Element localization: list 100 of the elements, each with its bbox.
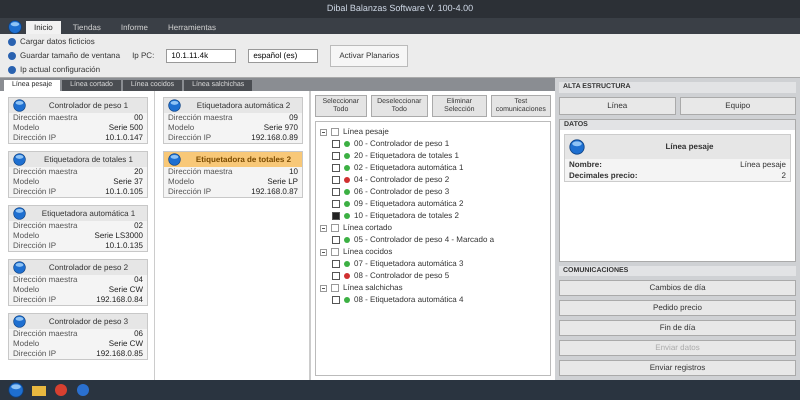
field-label: Dirección maestra — [168, 113, 232, 123]
card-title: Etiquetadora automática 2 — [196, 100, 292, 112]
collapse-icon[interactable] — [320, 224, 327, 232]
option-label: Guardar tamaño de ventana — [20, 50, 120, 62]
field-label: Dirección maestra — [13, 113, 78, 123]
field-value: Serie CW — [108, 339, 143, 349]
tree-checkbox[interactable] — [332, 212, 340, 220]
card-title: Línea pesaje — [664, 141, 715, 153]
device-label[interactable]: 09 - Etiquetadora automática 2 — [354, 198, 464, 210]
globe-icon — [13, 153, 26, 166]
tree-checkbox[interactable] — [332, 200, 340, 208]
device-card[interactable]: Etiquetadora de totales 1 Dirección maestra 20 Modelo Serie 37 Dirección IP 10.1.0.105 — [8, 151, 148, 198]
globe-icon — [168, 99, 181, 112]
device-label[interactable]: 10 - Etiquetadora de totales 2 — [354, 210, 459, 222]
tree-checkbox[interactable] — [332, 296, 340, 304]
globe-icon — [8, 20, 22, 34]
field-value: 10.1.0.135 — [105, 241, 143, 251]
field-value: 00 — [134, 113, 143, 123]
group-label[interactable]: Línea cortado — [343, 222, 392, 234]
collapse-icon[interactable] — [320, 248, 327, 256]
device-label[interactable]: 20 - Etiquetadora de totales 1 — [354, 150, 459, 162]
tree-checkbox[interactable] — [332, 272, 340, 280]
activate-button[interactable]: Activar Planarios — [330, 44, 408, 66]
tree-checkbox[interactable] — [332, 152, 340, 160]
device-label[interactable]: 00 - Controlador de peso 1 — [354, 138, 450, 150]
field-label: Dirección maestra — [13, 275, 78, 285]
device-label[interactable]: 06 - Controlador de peso 3 — [354, 186, 450, 198]
collapse-icon[interactable] — [320, 284, 327, 292]
field-label: Modelo — [13, 231, 40, 241]
card-title: Etiquetadora de totales 2 — [194, 154, 292, 166]
device-label[interactable]: 08 - Etiquetadora automática 4 — [354, 294, 464, 306]
field-label: Modelo — [13, 285, 40, 295]
field-label: Dirección IP — [13, 133, 56, 143]
device-card[interactable]: Controlador de peso 1 Dirección maestra 00 Modelo Serie 500 Dirección IP 10.1.0.147 — [8, 97, 148, 144]
globe-icon — [13, 99, 26, 112]
field-label: Decimales precio: — [569, 170, 638, 181]
window-title: Dibal Balanzas Software V. 100-4.00 — [326, 2, 474, 16]
card-title: Etiquetadora automática 1 — [40, 208, 136, 220]
structure-button[interactable]: Línea — [559, 96, 676, 114]
device-label[interactable]: 08 - Controlador de peso 5 — [354, 270, 450, 282]
folder-icon[interactable] — [32, 384, 46, 396]
field-value: 192.168.0.89 — [251, 133, 298, 143]
option-label: Cargar datos ficticios — [20, 36, 95, 48]
group-label[interactable]: Línea salchichas — [343, 282, 403, 294]
tree-checkbox[interactable] — [331, 128, 339, 136]
language-dropdown[interactable]: español (es) — [248, 48, 318, 62]
ip-label: Ip PC: — [132, 50, 154, 62]
device-card[interactable]: Etiquetadora automática 2 Dirección maestra 09 Modelo Serie 970 Dirección IP 192.168.0.89 — [163, 97, 303, 144]
ribbon-tab[interactable]: Tiendas — [64, 21, 109, 34]
field-value: Serie CW — [108, 285, 143, 295]
field-value: 04 — [134, 275, 143, 285]
ribbon-tab[interactable]: Informe — [112, 21, 156, 34]
option-checkbox[interactable] — [8, 38, 16, 46]
tree-checkbox[interactable] — [332, 176, 340, 184]
tree-checkbox[interactable] — [332, 236, 340, 244]
device-label[interactable]: 02 - Etiquetadora automática 1 — [354, 162, 464, 174]
tree-checkbox[interactable] — [332, 260, 340, 268]
device-card[interactable]: Etiquetadora de totales 2 Dirección maestra 10 Modelo Serie LP Dirección IP 192.168.0.87 — [163, 151, 303, 198]
globe-icon — [569, 139, 585, 155]
card-title: Etiquetadora de totales 1 — [43, 154, 134, 166]
field-value: Serie 37 — [113, 177, 143, 187]
field-value: 20 — [134, 167, 143, 177]
option-checkbox[interactable] — [8, 66, 16, 74]
tree-checkbox[interactable] — [332, 164, 340, 172]
tree-checkbox[interactable] — [332, 188, 340, 196]
ip-field[interactable]: 10.1.11.4k — [166, 48, 236, 62]
device-label[interactable]: 05 - Controlador de peso 4 - Marcado a — [354, 234, 494, 246]
group-label[interactable]: Línea cocidos — [343, 246, 392, 258]
device-card[interactable]: Controlador de peso 2 Dirección maestra 04 Modelo Serie CW Dirección IP 192.168.0.84 — [8, 259, 148, 306]
communication-button[interactable]: Pedido precio — [559, 300, 796, 316]
ribbon-tab[interactable]: Herramientas — [160, 21, 224, 34]
field-label: Dirección maestra — [13, 221, 78, 231]
device-label[interactable]: 04 - Controlador de peso 2 — [354, 174, 450, 186]
tree-checkbox[interactable] — [332, 140, 340, 148]
tree-checkbox[interactable] — [331, 284, 339, 292]
field-value: Línea pesaje — [740, 159, 786, 170]
device-card[interactable]: Etiquetadora automática 1 Dirección maestra 02 Modelo Serie LS3000 Dirección IP 10.1.0.135 — [8, 205, 148, 252]
field-value: Serie 970 — [264, 123, 298, 133]
group-label[interactable]: Línea pesaje — [343, 126, 389, 138]
collapse-icon[interactable] — [320, 128, 327, 136]
device-card[interactable]: Controlador de peso 3 Dirección maestra 06 Modelo Serie CW Dirección IP 192.168.0.85 — [8, 313, 148, 360]
field-value: Serie 500 — [108, 123, 143, 133]
structure-button[interactable]: Equipo — [680, 96, 796, 114]
globe-icon — [13, 315, 26, 328]
field-label: Nombre: — [569, 159, 602, 170]
communication-button[interactable]: Cambios de día — [559, 280, 796, 296]
field-value: 192.168.0.84 — [96, 295, 143, 305]
tree-checkbox[interactable] — [331, 248, 339, 256]
device-label[interactable]: 07 - Etiquetadora automática 3 — [354, 258, 464, 270]
communication-button[interactable]: Enviar registros — [559, 360, 796, 376]
option-checkbox[interactable] — [8, 52, 16, 60]
field-value: 192.168.0.85 — [96, 349, 143, 359]
field-label: Modelo — [168, 123, 194, 133]
field-label: Dirección maestra — [13, 167, 78, 177]
field-label: Dirección IP — [168, 133, 212, 143]
field-label: Modelo — [13, 339, 40, 349]
communication-button[interactable]: Fin de día — [559, 320, 796, 336]
ribbon-tab[interactable]: Inicio — [26, 21, 61, 34]
globe-icon — [13, 261, 26, 274]
tree-checkbox[interactable] — [331, 224, 339, 232]
